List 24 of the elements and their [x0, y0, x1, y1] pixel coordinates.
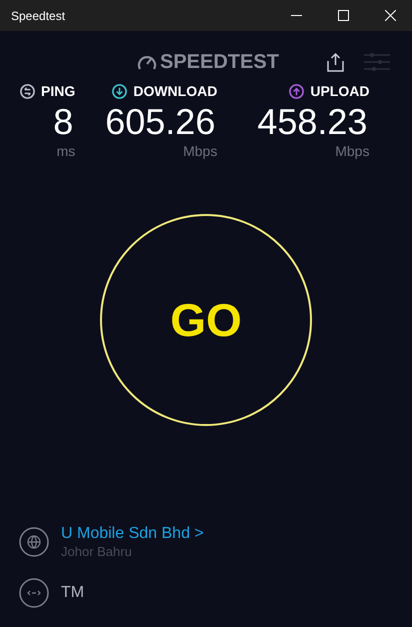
ping-icon	[20, 84, 35, 98]
metric-value: 458.23	[257, 102, 368, 142]
metric-unit: Mbps	[335, 142, 370, 160]
gauge-icon	[137, 53, 157, 71]
metric-unit: ms	[56, 142, 76, 160]
metric-label: PING	[41, 84, 76, 98]
metric-label: UPLOAD	[310, 84, 370, 98]
window-title: Speedtest	[11, 8, 66, 24]
server-location: Johor Bahru	[61, 544, 133, 560]
close-icon[interactable]	[385, 10, 396, 21]
server-link[interactable]: U Mobile Sdn Bhd >	[61, 524, 204, 544]
metric-value: 605.26	[105, 102, 216, 142]
speedtest-logo: SPEEDTEST	[160, 50, 279, 75]
isp-name: TM	[61, 583, 84, 603]
connection-icon	[19, 578, 49, 608]
go-button[interactable]: GO	[100, 214, 312, 426]
maximize-icon[interactable]	[338, 10, 349, 21]
upload-icon	[289, 84, 304, 98]
share-icon[interactable]	[326, 52, 344, 72]
download-icon	[112, 84, 128, 98]
globe-icon	[19, 527, 49, 557]
metric-label: DOWNLOAD	[133, 84, 218, 98]
metric-unit: Mbps	[183, 142, 218, 160]
metric-value: 8	[53, 102, 74, 142]
